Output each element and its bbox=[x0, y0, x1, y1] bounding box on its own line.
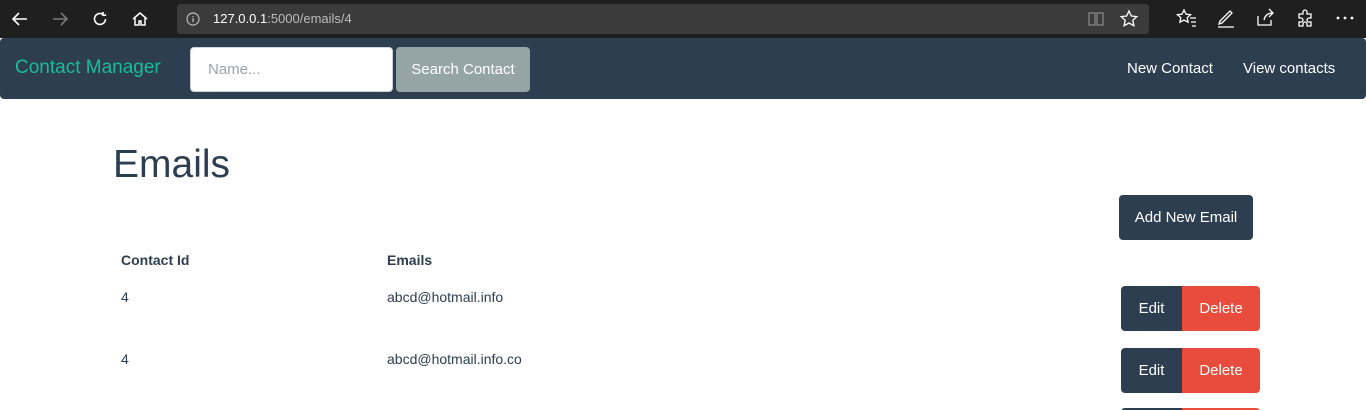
favorites-icon[interactable] bbox=[1175, 7, 1197, 29]
favorite-star-icon[interactable] bbox=[1119, 9, 1139, 29]
edit-button[interactable]: Edit bbox=[1121, 286, 1182, 331]
cell-email: abcd@hotmail.info bbox=[387, 289, 504, 305]
address-bar[interactable]: 127.0.0.1:5000/emails/4 bbox=[177, 4, 1149, 34]
share-icon[interactable] bbox=[1254, 7, 1276, 29]
arrow-left-icon bbox=[11, 12, 27, 26]
browser-toolbar: 127.0.0.1:5000/emails/4 bbox=[0, 0, 1366, 38]
refresh-button[interactable] bbox=[84, 4, 116, 34]
edit-button[interactable]: Edit bbox=[1121, 348, 1182, 393]
arrow-right-icon bbox=[53, 12, 69, 26]
cell-email: abcd@hotmail.info.co bbox=[387, 351, 522, 367]
forward-button[interactable] bbox=[44, 4, 76, 34]
cell-contact-id: 4 bbox=[121, 351, 129, 367]
info-icon[interactable] bbox=[185, 11, 201, 27]
url-host: 127.0.0.1 bbox=[213, 11, 268, 26]
refresh-icon bbox=[93, 12, 107, 26]
extensions-icon[interactable] bbox=[1294, 7, 1316, 29]
search-input[interactable] bbox=[190, 47, 393, 92]
app-navbar: Contact Manager Search Contact New Conta… bbox=[0, 38, 1366, 99]
delete-button[interactable]: Delete bbox=[1182, 286, 1260, 331]
home-icon bbox=[132, 12, 148, 26]
url-text[interactable]: 127.0.0.1:5000/emails/4 bbox=[213, 11, 352, 27]
cell-contact-id: 4 bbox=[121, 289, 129, 305]
header-contact-id: Contact Id bbox=[121, 252, 190, 268]
delete-button[interactable]: Delete bbox=[1182, 348, 1260, 393]
reading-view-icon[interactable] bbox=[1087, 10, 1105, 28]
add-new-email-button[interactable]: Add New Email bbox=[1119, 195, 1253, 240]
home-button[interactable] bbox=[124, 4, 156, 34]
new-contact-link[interactable]: New Contact bbox=[1127, 60, 1213, 78]
view-contacts-link[interactable]: View contacts bbox=[1243, 60, 1335, 78]
more-menu-icon[interactable] bbox=[1334, 7, 1356, 29]
search-contact-button[interactable]: Search Contact bbox=[396, 47, 530, 92]
url-path: :5000/emails/4 bbox=[267, 11, 352, 26]
pen-icon[interactable] bbox=[1215, 7, 1237, 29]
page-title: Emails bbox=[113, 143, 231, 186]
brand-link[interactable]: Contact Manager bbox=[15, 57, 161, 79]
header-emails: Emails bbox=[387, 252, 433, 268]
back-button[interactable] bbox=[4, 4, 36, 34]
